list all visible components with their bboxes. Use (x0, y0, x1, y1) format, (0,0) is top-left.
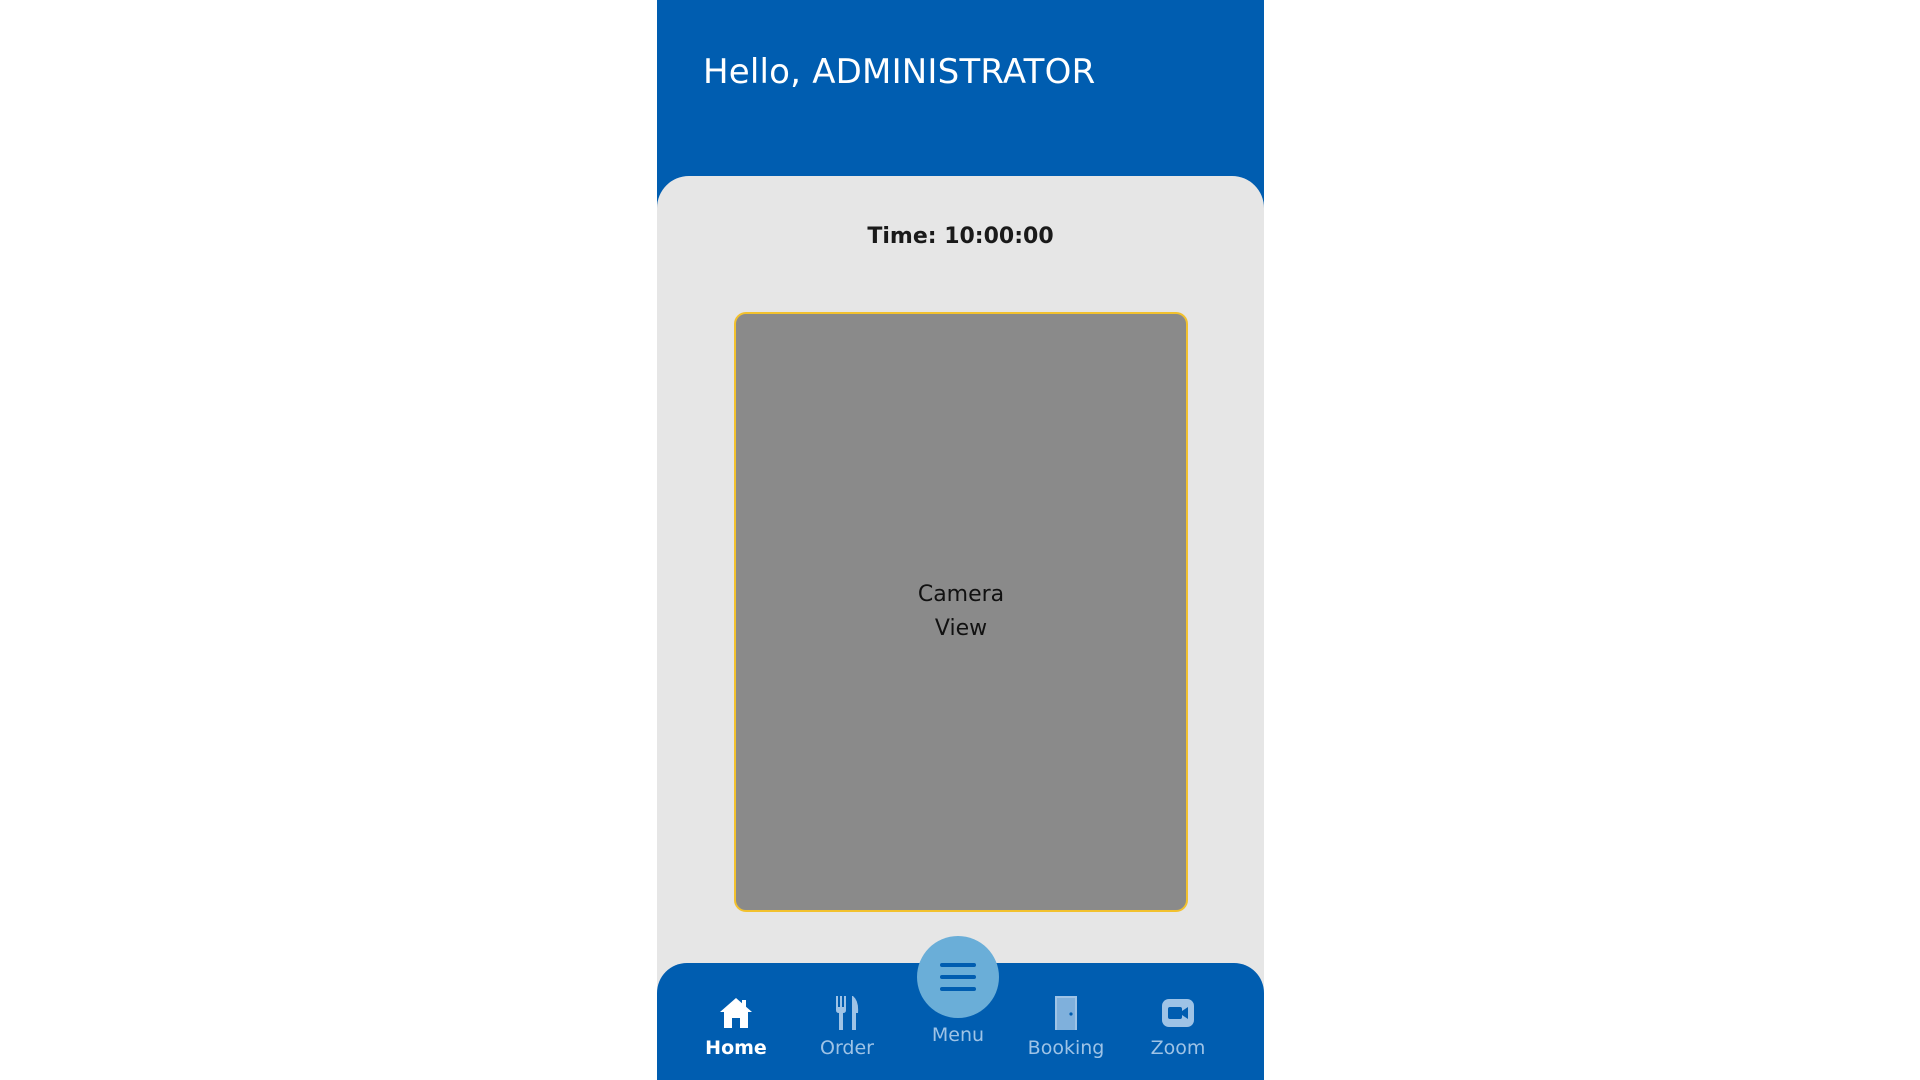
home-icon (720, 998, 752, 1028)
camera-label-line1: Camera (917, 582, 1005, 607)
fork-knife-icon (836, 996, 859, 1030)
camera-view[interactable]: Camera View (734, 312, 1188, 912)
greeting-title: Hello, ADMINISTRATOR (703, 52, 1096, 92)
nav-label-order: Order (820, 1037, 874, 1059)
nav-label-zoom: Zoom (1150, 1037, 1206, 1059)
video-camera-icon (1162, 999, 1194, 1027)
app-screen: Hello, ADMINISTRATOR Time: 10:00:00 Came… (657, 0, 1264, 1080)
nav-label-home: Home (705, 1037, 767, 1059)
camera-view-label: Camera View (901, 578, 1021, 646)
hamburger-menu-icon (940, 963, 976, 991)
nav-label-menu[interactable]: Menu (908, 1024, 1008, 1046)
nav-item-zoom[interactable]: Zoom (1128, 993, 1228, 1059)
nav-item-booking[interactable]: Booking (1016, 993, 1116, 1059)
camera-label-line2: View (934, 616, 988, 641)
nav-item-order[interactable]: Order (797, 993, 897, 1059)
menu-button[interactable] (917, 936, 999, 1018)
nav-item-home[interactable]: Home (686, 993, 786, 1059)
door-icon (1055, 996, 1077, 1030)
time-display: Time: 10:00:00 (867, 224, 1054, 249)
nav-label-booking: Booking (1027, 1037, 1105, 1059)
header: Hello, ADMINISTRATOR (657, 0, 1264, 176)
